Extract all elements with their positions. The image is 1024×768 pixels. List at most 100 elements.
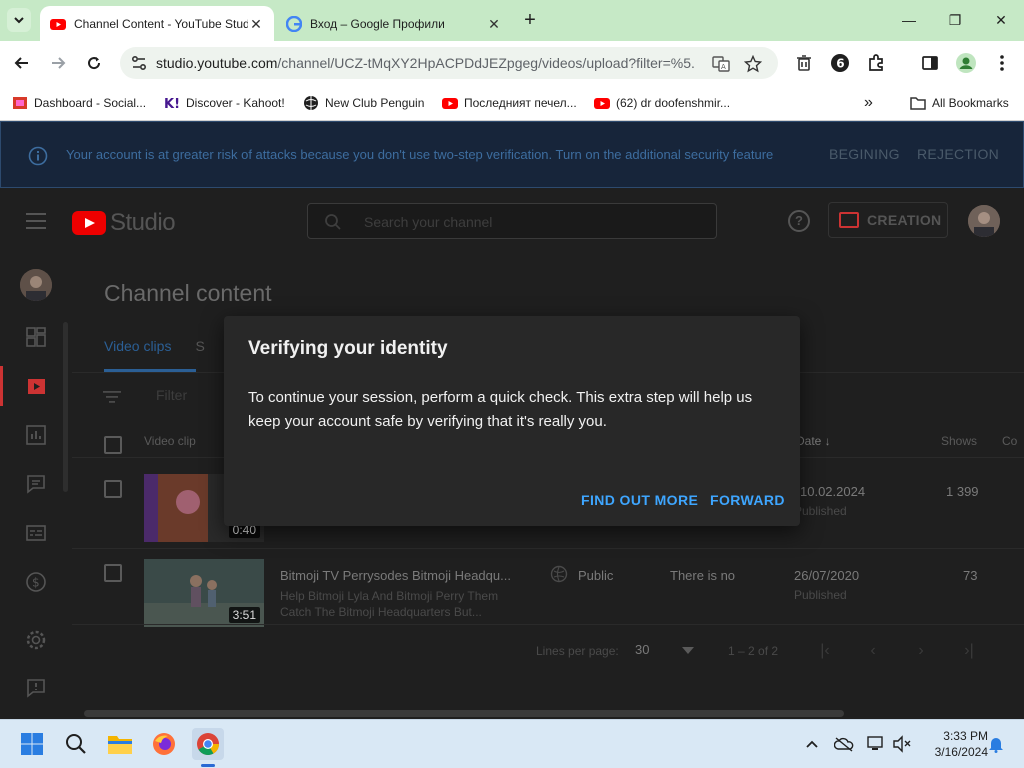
- bookmark-star-icon[interactable]: [742, 53, 764, 75]
- extensions-puzzle-icon[interactable]: [864, 51, 888, 75]
- last-page-icon[interactable]: ›|: [960, 642, 978, 660]
- translate-icon[interactable]: A: [710, 53, 732, 75]
- monetization-icon[interactable]: $: [24, 570, 48, 594]
- tab-video-clips[interactable]: Video clips: [104, 338, 171, 370]
- new-tab-button[interactable]: +: [518, 9, 542, 33]
- row-visibility[interactable]: Public: [578, 568, 613, 583]
- volume-muted-icon[interactable]: [892, 734, 912, 754]
- studio-logo[interactable]: Studio: [72, 209, 176, 237]
- next-page-icon[interactable]: ›: [912, 642, 930, 660]
- sidebar-active-indicator: [0, 366, 3, 406]
- create-video-icon: [839, 212, 859, 228]
- help-icon[interactable]: ?: [788, 210, 810, 232]
- tab-youtube-studio[interactable]: Channel Content - YouTube Studio ✕: [40, 6, 274, 41]
- start-button[interactable]: [16, 728, 48, 760]
- lines-per-page-label: Lines per page:: [536, 644, 619, 658]
- reload-button[interactable]: [80, 49, 108, 77]
- dropdown-caret-icon[interactable]: [682, 647, 694, 655]
- chrome-button[interactable]: [192, 728, 224, 760]
- lines-per-page-select[interactable]: 30: [635, 642, 649, 657]
- feedback-icon[interactable]: [24, 676, 48, 700]
- notifications-bell-icon[interactable]: [986, 734, 1006, 754]
- row-checkbox[interactable]: [104, 564, 122, 582]
- profile-icon[interactable]: [954, 51, 978, 75]
- studio-sidebar: $: [0, 252, 72, 719]
- more-menu-icon[interactable]: [990, 51, 1014, 75]
- analytics-icon[interactable]: [24, 423, 48, 447]
- svg-text:$: $: [32, 576, 40, 590]
- select-all-checkbox[interactable]: [104, 436, 122, 454]
- account-avatar[interactable]: [968, 205, 1000, 237]
- restore-button[interactable]: ❐: [932, 6, 978, 34]
- video-thumbnail[interactable]: 3:51: [144, 559, 264, 627]
- side-panel-icon[interactable]: [918, 51, 942, 75]
- site-settings-icon[interactable]: [130, 54, 148, 72]
- verify-identity-dialog: Verifying your identity To continue your…: [224, 316, 800, 526]
- firefox-button[interactable]: [148, 728, 180, 760]
- close-window-button[interactable]: ✕: [978, 6, 1024, 34]
- content-tabs: Video clips S: [104, 338, 229, 370]
- close-tab-icon[interactable]: ✕: [248, 16, 264, 32]
- banner-reject-button[interactable]: REJECTION: [917, 146, 999, 162]
- taskbar-search-button[interactable]: [60, 728, 92, 760]
- forward-button[interactable]: [44, 49, 72, 77]
- video-title[interactable]: Bitmoji TV Perrysodes Bitmoji Headqu...: [280, 568, 511, 583]
- bookmark-youtube-1[interactable]: Последният печел...: [442, 92, 577, 114]
- content-icon[interactable]: [24, 374, 48, 398]
- taskbar-clock[interactable]: 3:33 PM 3/16/2024: [920, 728, 988, 760]
- clock-time: 3:33 PM: [943, 729, 988, 743]
- browser-toolbar: studio.youtube.com/channel/UCZ-tMqXY2HpA…: [0, 41, 1024, 85]
- back-button[interactable]: [8, 49, 36, 77]
- onedrive-icon[interactable]: [834, 734, 854, 754]
- horizontal-scrollbar[interactable]: [84, 710, 844, 717]
- forward-button[interactable]: FORWARD: [710, 492, 785, 508]
- first-page-icon[interactable]: |‹: [816, 642, 834, 660]
- bookmarks-overflow-button[interactable]: »: [864, 92, 873, 114]
- trash-extension-icon[interactable]: [792, 51, 816, 75]
- network-icon[interactable]: [866, 734, 886, 754]
- bookmark-kahoot[interactable]: K! Discover - Kahoot!: [164, 92, 285, 114]
- channel-search-input[interactable]: Search your channel: [307, 203, 717, 239]
- bookmark-label: New Club Penguin: [325, 96, 425, 110]
- close-tab-icon[interactable]: ✕: [486, 16, 502, 32]
- tab-search-button[interactable]: [7, 8, 31, 32]
- tab-shorts[interactable]: S: [195, 338, 204, 370]
- tab-google-profiles[interactable]: Вход – Google Профили ✕: [276, 6, 512, 41]
- banner-begin-button[interactable]: BEGINING: [829, 146, 900, 162]
- bookmark-dashboard[interactable]: Dashboard - Social...: [12, 92, 146, 114]
- google-icon: [286, 15, 302, 32]
- divider: [72, 548, 1024, 549]
- col-date[interactable]: Date ↓: [796, 434, 831, 448]
- row-checkbox[interactable]: [104, 480, 122, 498]
- subtitles-icon[interactable]: [24, 521, 48, 545]
- bookmark-youtube-2[interactable]: (62) dr doofenshmir...: [594, 92, 730, 114]
- youtube-logo-icon: [72, 211, 106, 235]
- sidebar-scrollbar[interactable]: [63, 322, 68, 492]
- settings-gear-icon[interactable]: [24, 628, 48, 652]
- find-out-more-button[interactable]: FIND OUT MORE: [581, 492, 698, 508]
- col-shows[interactable]: Shows: [941, 434, 977, 448]
- bookmark-club-penguin[interactable]: New Club Penguin: [303, 92, 424, 114]
- all-bookmarks-button[interactable]: All Bookmarks: [910, 92, 1009, 114]
- row-shows: 73: [963, 568, 978, 583]
- file-explorer-button[interactable]: [104, 728, 136, 760]
- channel-avatar[interactable]: [20, 269, 52, 301]
- prev-page-icon[interactable]: ‹: [864, 642, 882, 660]
- filter-input[interactable]: Filter: [156, 387, 187, 403]
- avatar-image: [968, 205, 1000, 237]
- show-hidden-icons-button[interactable]: [802, 734, 822, 754]
- firefox-icon: [153, 733, 175, 755]
- address-bar[interactable]: studio.youtube.com/channel/UCZ-tMqXY2HpA…: [120, 47, 778, 79]
- arrow-right-icon: [52, 57, 66, 69]
- hamburger-menu-icon[interactable]: [24, 212, 48, 230]
- col-comments[interactable]: Co: [1002, 434, 1017, 448]
- minimize-button[interactable]: —: [886, 6, 932, 34]
- search-icon: [325, 214, 341, 230]
- dashboard-icon[interactable]: [24, 325, 48, 349]
- col-video-clip[interactable]: Video clip: [144, 434, 196, 448]
- create-button[interactable]: CREATION: [828, 202, 948, 238]
- extension-g-icon[interactable]: 6: [828, 51, 852, 75]
- comments-icon[interactable]: [24, 472, 48, 496]
- chevron-up-icon: [806, 740, 818, 748]
- filter-icon[interactable]: [103, 390, 121, 404]
